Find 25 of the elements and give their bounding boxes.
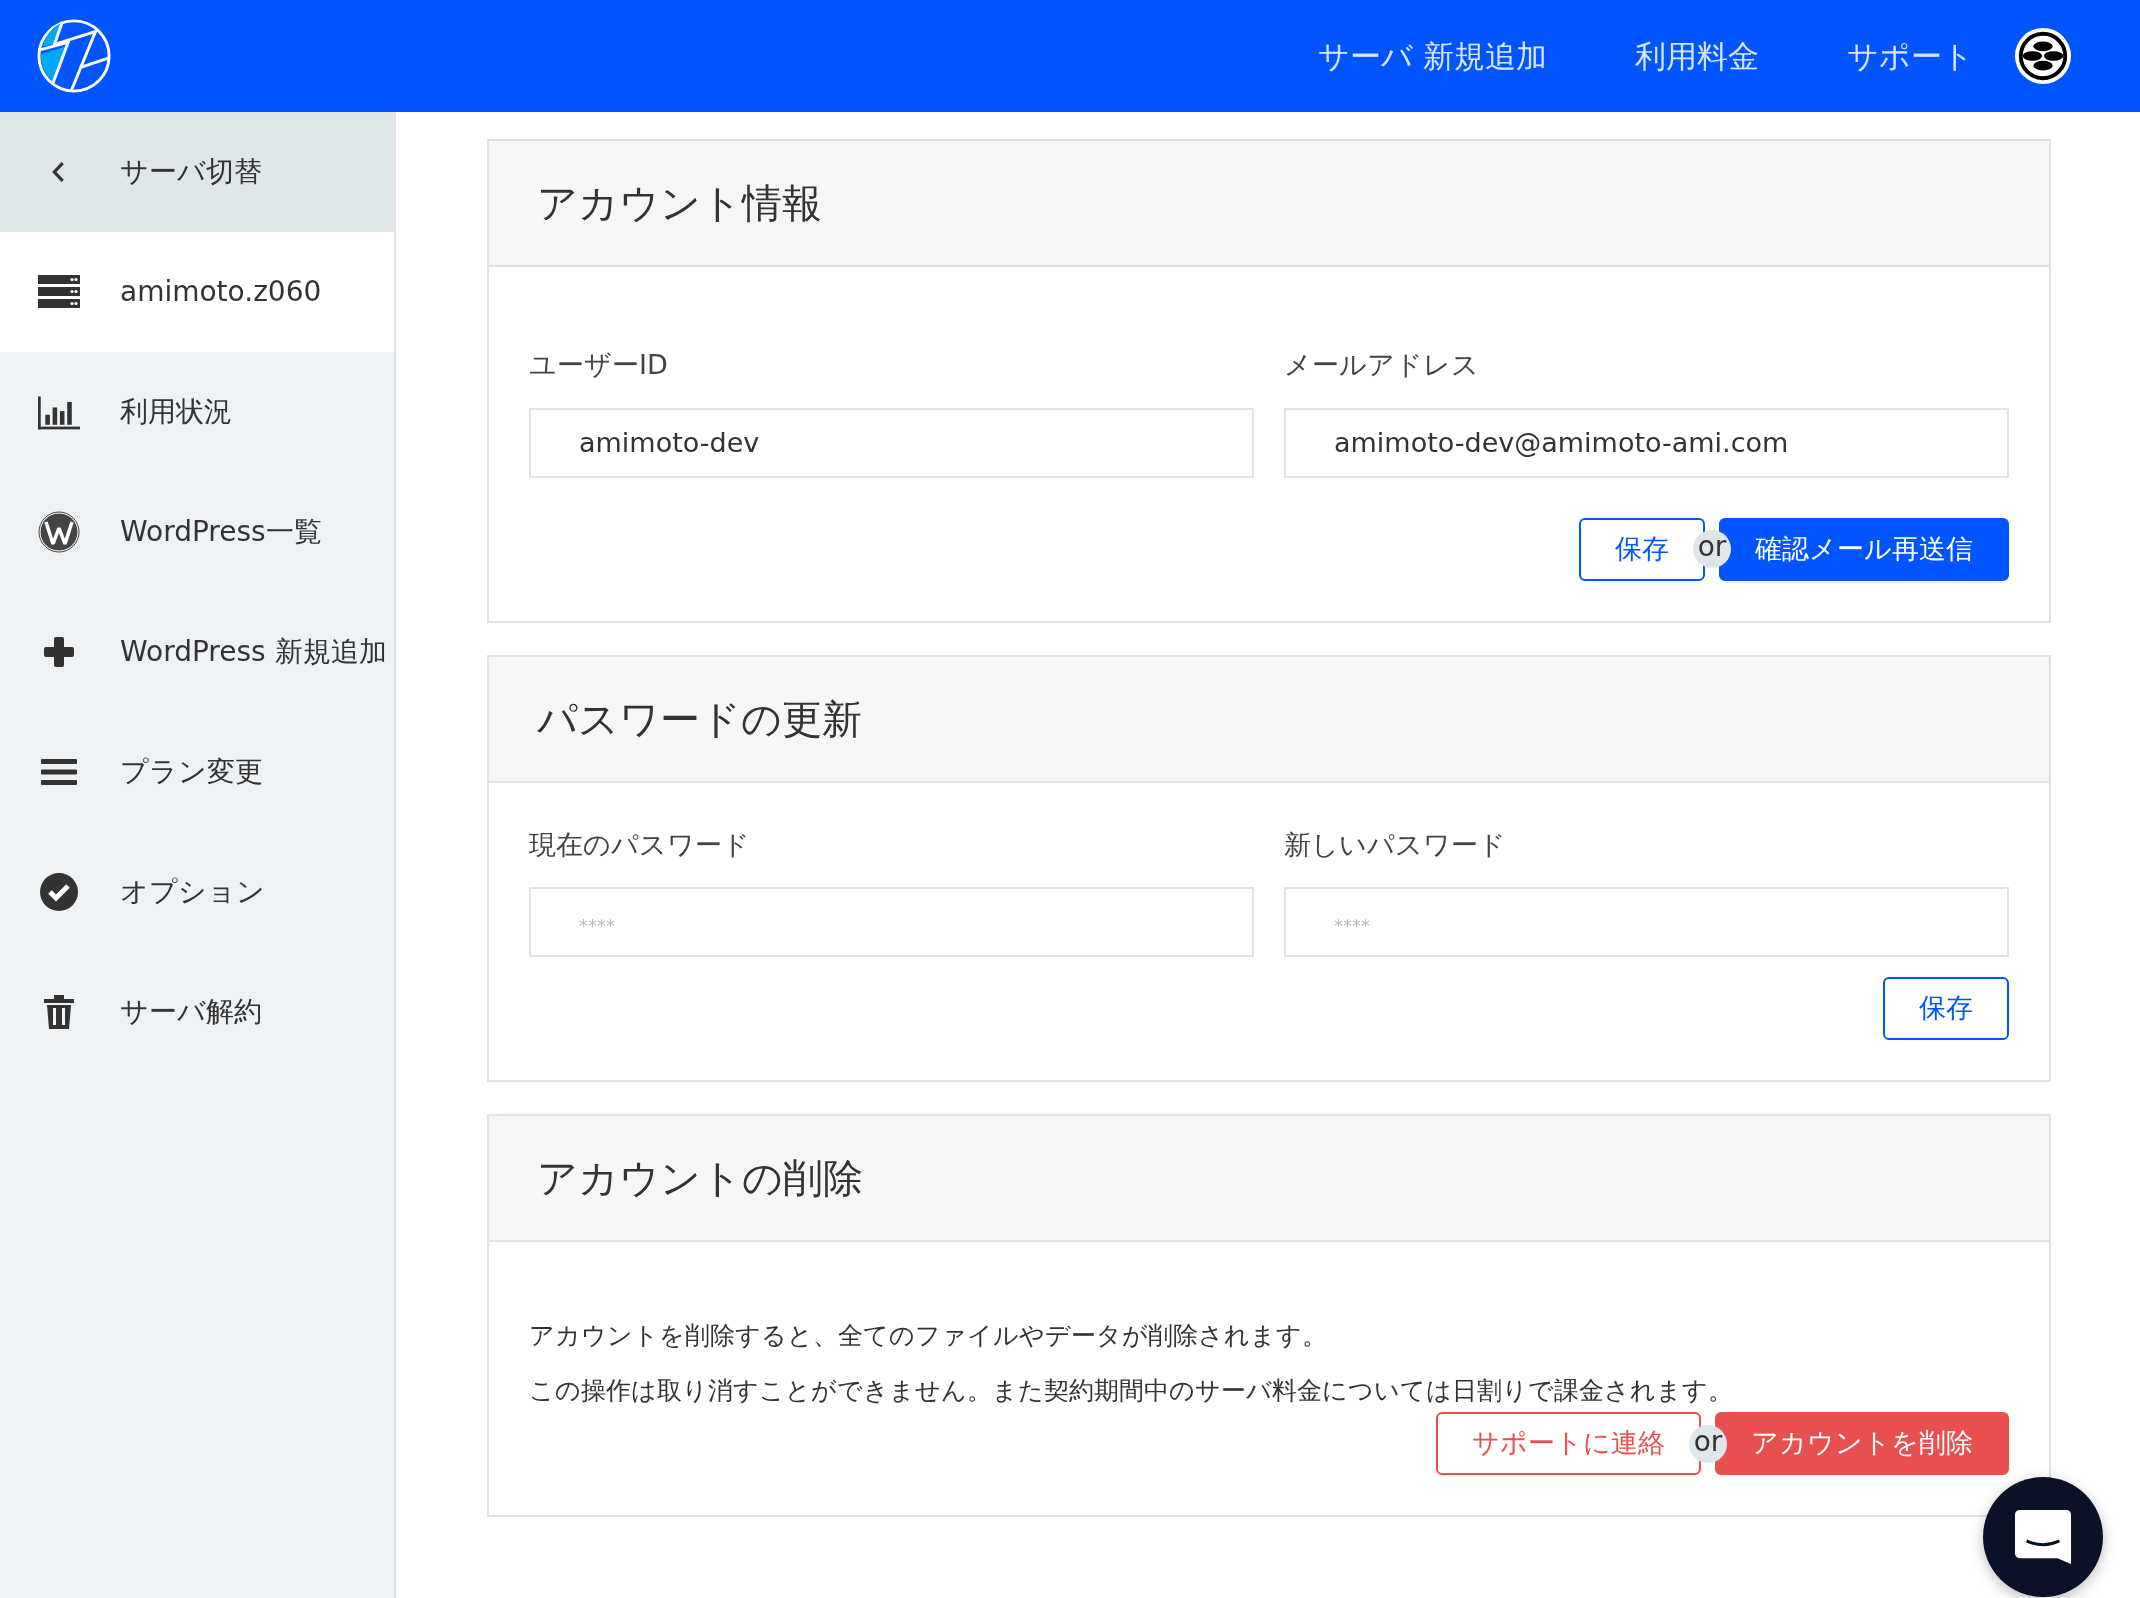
nav-link[interactable]: サポート bbox=[1847, 32, 1974, 80]
password-field[interactable]: **** bbox=[1284, 887, 2009, 957]
input-field[interactable]: amimoto-dev@amimoto-ami.com bbox=[1284, 407, 2009, 478]
logo-icon[interactable] bbox=[35, 17, 113, 95]
card-title: パスワードの更新 bbox=[489, 656, 2049, 783]
server-switch-link[interactable]: サーバ切替 bbox=[0, 112, 394, 232]
nav-link[interactable]: サーバ 新規追加 bbox=[1318, 32, 1547, 80]
chat-button[interactable] bbox=[1983, 1477, 2103, 1597]
outline-button[interactable]: 保存 bbox=[1883, 977, 2009, 1040]
card-title: アカウントの削除 bbox=[489, 1116, 2049, 1242]
nav-link[interactable]: 利用料金 bbox=[1635, 32, 1759, 80]
card-title: アカウント情報 bbox=[489, 141, 2049, 267]
password-field[interactable]: **** bbox=[529, 887, 1254, 957]
wordpress-icon bbox=[38, 511, 80, 553]
input-field[interactable]: amimoto-dev bbox=[529, 407, 1254, 478]
warning-text: この操作は取り消すことができません。また契約期間中のサーバ料金については日割りで課金されます。 bbox=[529, 1375, 1734, 1407]
warning-text: アカウントを削除すると、全てのファイルやデータが削除されます。 bbox=[529, 1320, 1328, 1352]
sidebar-item[interactable]: amimoto.z060 bbox=[0, 232, 394, 352]
field-label: ユーザーID bbox=[529, 348, 668, 382]
avatar-icon[interactable] bbox=[2014, 27, 2072, 85]
field-label: 現在のパスワード bbox=[529, 827, 750, 862]
field-label: メールアドレス bbox=[1284, 348, 1479, 382]
chat-bubble-icon bbox=[2014, 1508, 2072, 1566]
check-circle-icon bbox=[38, 871, 80, 913]
field-label: 新しいパスワード bbox=[1284, 827, 1506, 862]
